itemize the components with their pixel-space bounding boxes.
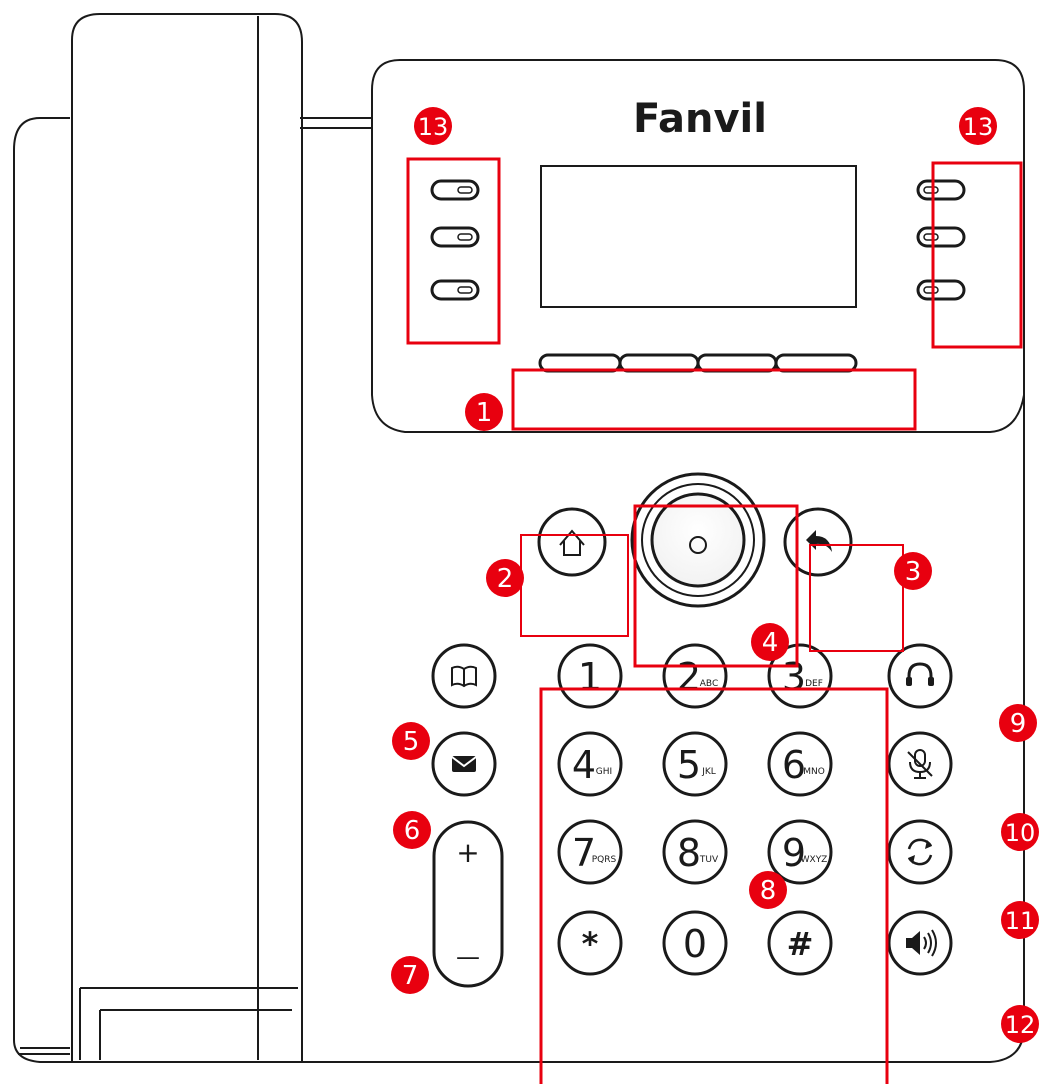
- dial-key-star[interactable]: *: [557, 910, 623, 976]
- callout-number: 9: [1010, 709, 1027, 739]
- callout-number: 1: [476, 398, 493, 428]
- callout-8: 8: [749, 871, 787, 909]
- dial-keypad: 1 2ABC 3 DEF4 GHI 5 JKL 6MNO7PQRS 8TUV 9WXYZ* 0 #: [557, 643, 833, 976]
- callout-number: 2: [497, 564, 514, 594]
- callout-number: 8: [760, 876, 777, 906]
- speaker-button[interactable]: [887, 910, 953, 976]
- dial-key-letters: WXYZ: [801, 855, 828, 865]
- dial-key-7[interactable]: 7PQRS: [557, 819, 623, 885]
- dial-key-8[interactable]: 8TUV: [662, 819, 728, 885]
- dial-key-digit: 5: [677, 743, 701, 787]
- message-button[interactable]: [431, 731, 497, 797]
- handset[interactable]: [71, 13, 303, 1063]
- callout-12: 12: [1001, 1005, 1039, 1043]
- callout-1: 1: [465, 393, 503, 431]
- callout-5: 5: [392, 722, 430, 760]
- line-key: [916, 226, 966, 248]
- dial-key-hash[interactable]: #: [767, 910, 833, 976]
- headset-button[interactable]: [887, 643, 953, 709]
- callout-number: 4: [762, 628, 779, 658]
- dial-key-0[interactable]: 0: [662, 910, 728, 976]
- line-key: [916, 179, 966, 201]
- dial-key-digit: 2: [677, 655, 701, 699]
- mute-button[interactable]: [887, 731, 953, 797]
- line-key: [430, 279, 480, 301]
- callout-10: 10: [1001, 813, 1039, 851]
- callout-13: 13: [414, 107, 452, 145]
- phone-diagram: Fanvil 1 2ABC 3 DEF4 GHI 5 JKL 6MNO7PQRS…: [13, 13, 1039, 1084]
- transfer-button[interactable]: [887, 819, 953, 885]
- callout-7: 7: [391, 956, 429, 994]
- dial-key-2[interactable]: 2ABC: [662, 643, 728, 709]
- nav-ring[interactable]: [630, 472, 766, 608]
- dial-key-letters: JKL: [701, 767, 716, 777]
- callout-number: 13: [963, 113, 994, 141]
- volume-rocker[interactable]: + —: [432, 820, 504, 988]
- callout-number: 12: [1005, 1011, 1036, 1039]
- callout-number: 10: [1005, 819, 1036, 847]
- line-key: [430, 179, 480, 201]
- line-key: [916, 279, 966, 301]
- phonebook-button[interactable]: [431, 643, 497, 709]
- highlight-box-soft-keys: [511, 368, 917, 431]
- callout-13: 13: [959, 107, 997, 145]
- envelope-icon: [451, 756, 477, 772]
- back-button[interactable]: [783, 507, 853, 577]
- callout-4: 4: [751, 623, 789, 661]
- dial-key-digit: 9: [782, 831, 806, 875]
- callout-number: 13: [418, 113, 449, 141]
- callout-number: 7: [402, 961, 419, 991]
- dial-key-letters: GHI: [596, 767, 612, 777]
- callout-number: 5: [403, 727, 420, 757]
- dial-key-letters: TUV: [699, 855, 719, 865]
- callout-2: 2: [486, 559, 524, 597]
- dial-key-digit: *: [582, 925, 599, 963]
- dial-key-5[interactable]: 5 JKL: [662, 731, 728, 797]
- volume-down-label[interactable]: —: [456, 943, 480, 971]
- dial-key-9[interactable]: 9WXYZ: [767, 819, 833, 885]
- dial-key-digit: 4: [572, 743, 596, 787]
- brand-logo: Fanvil: [633, 96, 767, 142]
- line-key: [430, 226, 480, 248]
- volume-up-label[interactable]: +: [456, 836, 479, 869]
- dial-key-digit: 0: [683, 922, 707, 966]
- callout-11: 11: [1001, 901, 1039, 939]
- home-button[interactable]: [537, 507, 607, 577]
- dial-key-letters: MNO: [803, 767, 825, 777]
- dial-key-digit: 6: [782, 743, 806, 787]
- dial-key-digit: 8: [677, 831, 701, 875]
- dial-key-digit: 1: [578, 655, 602, 699]
- dial-key-6[interactable]: 6MNO: [767, 731, 833, 797]
- dial-key-1[interactable]: 1: [557, 643, 623, 709]
- dial-key-letters: PQRS: [592, 855, 617, 865]
- callout-6: 6: [393, 811, 431, 849]
- callout-9: 9: [999, 704, 1037, 742]
- callout-3: 3: [894, 552, 932, 590]
- dial-key-digit: 7: [572, 831, 596, 875]
- callout-number: 3: [905, 557, 922, 587]
- callout-number: 11: [1005, 907, 1036, 935]
- dial-key-digit: #: [787, 925, 814, 963]
- dial-key-4[interactable]: 4 GHI: [557, 731, 623, 797]
- dial-key-digit: 3: [782, 655, 806, 699]
- lcd-screen: [540, 165, 857, 308]
- callout-number: 6: [404, 816, 421, 846]
